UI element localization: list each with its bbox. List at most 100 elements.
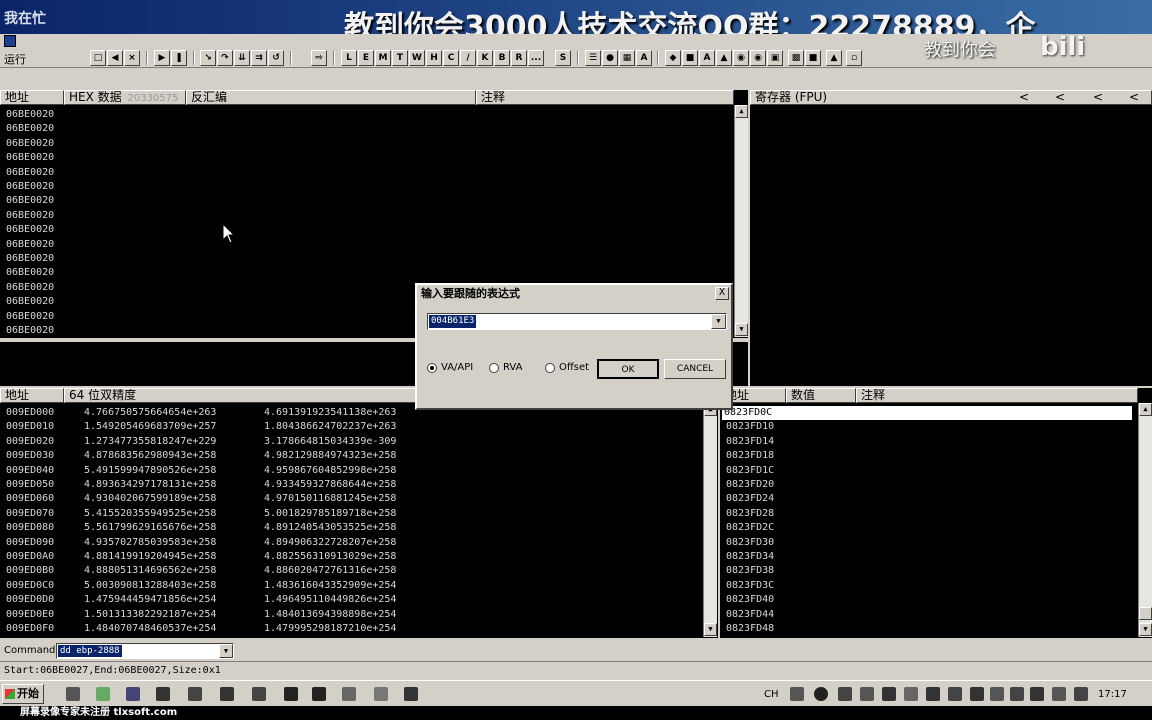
quicklaunch-icon-3[interactable]: [126, 687, 140, 701]
quicklaunch-icon-8[interactable]: [284, 687, 298, 701]
stack-row[interactable]: 0823FD24: [726, 492, 774, 506]
disasm-row[interactable]: 06BE0020: [6, 151, 54, 165]
stack-row[interactable]: 0823FD14: [726, 435, 774, 449]
plugin-icon-9[interactable]: ■: [805, 50, 821, 66]
stack-row[interactable]: 0823FD30: [726, 536, 774, 550]
disasm-row[interactable]: 06BE0020: [6, 108, 54, 122]
trace-into-icon[interactable]: ⇊: [234, 50, 250, 66]
stack-value-header[interactable]: 数值: [786, 388, 856, 403]
trace-over-icon[interactable]: ⇉: [251, 50, 267, 66]
quicklaunch-icon-12[interactable]: [404, 687, 418, 701]
toolbar-button-b[interactable]: B: [494, 50, 510, 66]
tray-icon-8[interactable]: [948, 687, 962, 701]
chevron-down-icon[interactable]: ▼: [711, 314, 726, 329]
stack-comment-header[interactable]: 注释: [856, 388, 1138, 403]
disasm-scrollbar[interactable]: ▲ ▼: [734, 105, 748, 337]
registers-pane[interactable]: 寄存器 (FPU) < < < <: [748, 90, 1152, 386]
disasm-row[interactable]: 06BE0020: [6, 223, 54, 237]
quicklaunch-icon-6[interactable]: [220, 687, 234, 701]
tray-icon-13[interactable]: [1052, 687, 1066, 701]
step-over-icon[interactable]: ↷: [217, 50, 233, 66]
quicklaunch-icon-10[interactable]: [342, 687, 356, 701]
quicklaunch-icon-11[interactable]: [374, 687, 388, 701]
toolbar-button-l[interactable]: L: [341, 50, 357, 66]
disasm-row[interactable]: 06BE0020: [6, 180, 54, 194]
arrow-left-icon[interactable]: <: [1019, 91, 1029, 104]
radio-va-api[interactable]: VA/API: [427, 362, 473, 373]
speaker-icon[interactable]: [990, 687, 1004, 701]
stack-row[interactable]: 0823FD20: [726, 478, 774, 492]
close-icon[interactable]: ×: [124, 50, 140, 66]
scroll-down-icon[interactable]: ▼: [704, 623, 717, 636]
quicklaunch-icon-4[interactable]: [156, 687, 170, 701]
radio-offset[interactable]: Offset: [545, 362, 589, 373]
command-input[interactable]: dd ebp-2888 ▼: [56, 643, 234, 659]
pause-icon[interactable]: ❚: [171, 50, 187, 66]
disasm-row[interactable]: 06BE0020: [6, 252, 54, 266]
toolbar-button-w[interactable]: W: [409, 50, 425, 66]
font-icon[interactable]: A: [636, 50, 652, 66]
tray-icon-7[interactable]: [926, 687, 940, 701]
stack-row-selected[interactable]: 0823FD0C: [722, 406, 1132, 420]
stack-row[interactable]: 0823FD2C: [726, 521, 774, 535]
scroll-thumb[interactable]: [1139, 607, 1152, 620]
scroll-up-icon[interactable]: ▲: [1139, 403, 1152, 416]
toolbar-button-more[interactable]: ...: [528, 50, 544, 66]
ok-button[interactable]: OK: [597, 359, 659, 379]
disasm-row[interactable]: 06BE0020: [6, 295, 54, 309]
scroll-up-icon[interactable]: ▲: [735, 105, 748, 118]
disasm-disasm-header[interactable]: 反汇编: [186, 90, 476, 105]
plugin-icon-8[interactable]: ▩: [788, 50, 804, 66]
stack-row[interactable]: 0823FD1C: [726, 464, 774, 478]
toolbar-button-slash[interactable]: /: [460, 50, 476, 66]
stack-row[interactable]: 0823FD44: [726, 608, 774, 622]
dump-scrollbar[interactable]: ▲ ▼: [703, 403, 717, 637]
rewind-icon[interactable]: ◀: [107, 50, 123, 66]
radio-rva[interactable]: RVA: [489, 362, 522, 373]
cancel-button[interactable]: CANCEL: [664, 359, 726, 379]
input-language[interactable]: CH: [764, 689, 779, 700]
plugin-icon-10[interactable]: ▲: [826, 50, 842, 66]
stack-row[interactable]: 0823FD18: [726, 449, 774, 463]
radio-dot[interactable]: [545, 362, 555, 373]
registers-header[interactable]: 寄存器 (FPU) < < < <: [750, 90, 1152, 105]
plugin-icon-6[interactable]: ◉: [750, 50, 766, 66]
radio-dot[interactable]: [489, 362, 499, 373]
stack-scrollbar[interactable]: ▲ ▼: [1138, 403, 1152, 637]
disasm-row[interactable]: 06BE0020: [6, 324, 54, 338]
quicklaunch-icon-7[interactable]: [252, 687, 266, 701]
help-icon[interactable]: [814, 687, 828, 701]
toolbar-button-s[interactable]: S: [555, 50, 571, 66]
stack-row[interactable]: 0823FD40: [726, 593, 774, 607]
step-into-icon[interactable]: ↘: [200, 50, 216, 66]
plugin-icon-4[interactable]: ▲: [716, 50, 732, 66]
radio-dot[interactable]: [427, 362, 437, 373]
disasm-row[interactable]: 06BE0020: [6, 281, 54, 295]
quicklaunch-icon-5[interactable]: [188, 687, 202, 701]
disasm-address-header[interactable]: 地址: [0, 90, 64, 105]
stack-row[interactable]: 0823FD28: [726, 507, 774, 521]
disasm-row[interactable]: 06BE0020: [6, 266, 54, 280]
tray-icon-4[interactable]: [860, 687, 874, 701]
toolbar-button-e[interactable]: E: [358, 50, 374, 66]
tray-icon-6[interactable]: [904, 687, 918, 701]
stack-row[interactable]: 0823FD34: [726, 550, 774, 564]
expression-input[interactable]: 004B61E3 ▼: [427, 313, 727, 330]
toolbar-button-h[interactable]: H: [426, 50, 442, 66]
stack-row[interactable]: 0823FD48: [726, 622, 774, 636]
dump-address-header[interactable]: 地址: [0, 388, 64, 403]
scroll-down-icon[interactable]: ▼: [735, 323, 748, 336]
toolbar-button-r[interactable]: R: [511, 50, 527, 66]
disasm-row[interactable]: 06BE0020: [6, 209, 54, 223]
plugin-icon-1[interactable]: ◆: [665, 50, 681, 66]
tray-icon-5[interactable]: [882, 687, 896, 701]
breakpoints-icon[interactable]: ●: [602, 50, 618, 66]
toolbar-button-k[interactable]: K: [477, 50, 493, 66]
stack-row[interactable]: 0823FD3C: [726, 579, 774, 593]
stack-row[interactable]: 0823FD10: [726, 420, 774, 434]
tray-icon-11[interactable]: [1010, 687, 1024, 701]
open-icon[interactable]: □: [90, 50, 106, 66]
chevron-down-icon[interactable]: ▼: [219, 644, 233, 658]
toolbar-button-c[interactable]: C: [443, 50, 459, 66]
tray-icon-14[interactable]: [1074, 687, 1088, 701]
